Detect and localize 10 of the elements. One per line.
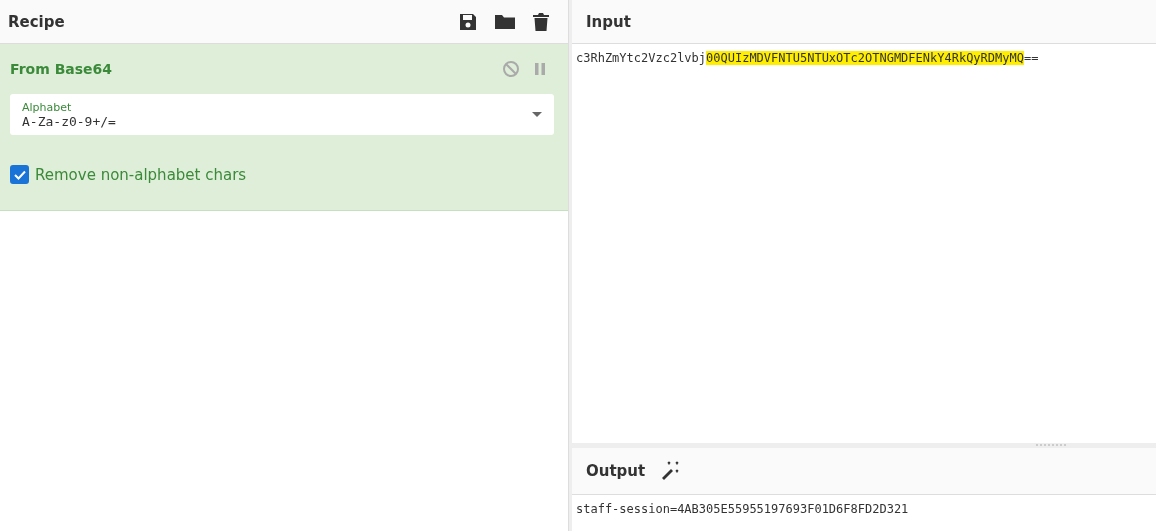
- alphabet-dropdown[interactable]: Alphabet A-Za-z0-9+/=: [10, 94, 554, 135]
- output-text: staff-session=4AB305E55955197693F01D6F8FD2D321: [575, 501, 910, 518]
- recipe-title: Recipe: [8, 12, 65, 31]
- delete-icon[interactable]: [532, 11, 550, 32]
- input-title: Input: [586, 12, 631, 31]
- operation-name: From Base64: [10, 61, 113, 77]
- caret-icon: [532, 112, 542, 118]
- save-icon[interactable]: [458, 11, 478, 32]
- output-title: Output: [586, 462, 646, 480]
- checkbox-label[interactable]: Remove non-alphabet chars: [35, 165, 247, 184]
